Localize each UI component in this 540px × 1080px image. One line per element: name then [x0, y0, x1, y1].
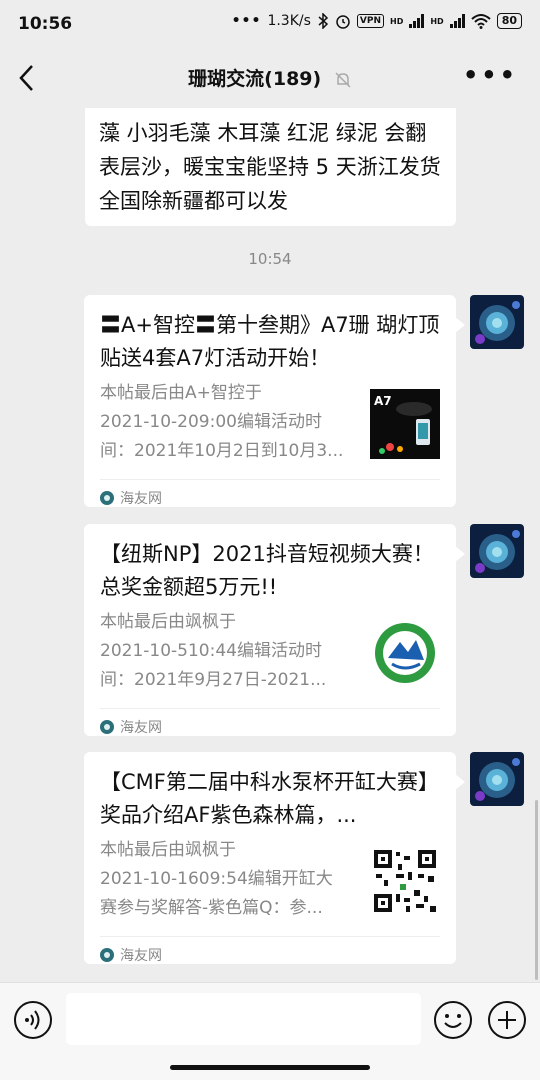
- card-desc-line: 2021-10-1609:54编辑开缸大: [100, 869, 333, 889]
- chat-title: 珊瑚交流(189): [188, 68, 322, 90]
- card-description: 本帖最后由A+智控于 2021-10-209:00编辑活动时 间：2021年10…: [100, 379, 350, 469]
- status-time: 10:56: [18, 14, 73, 34]
- dots-icon: •••: [231, 13, 262, 29]
- link-card-1[interactable]: 〓A+智控〓第十叁期》A7珊 瑚灯顶贴送4套A7灯活动开始！ 本帖最后由A+智控…: [84, 295, 465, 507]
- plus-icon[interactable]: [488, 1001, 526, 1039]
- card-thumbnail-logo: [370, 618, 440, 688]
- card-desc-line: 本帖最后由飒枫于: [100, 612, 236, 632]
- card-footer: 海友网: [100, 479, 440, 516]
- source-logo-icon: [100, 491, 114, 505]
- source-logo-icon: [100, 948, 114, 962]
- link-card-2[interactable]: 【纽斯NP】2021抖音短视频大赛！总奖金额超5万元!! 本帖最后由飒枫于 20…: [84, 524, 465, 736]
- home-indicator[interactable]: [170, 1065, 370, 1070]
- mute-bell-icon: [335, 71, 351, 88]
- sender-avatar[interactable]: [470, 524, 524, 578]
- card-desc-line: 间：2021年9月27日-2021...: [100, 670, 327, 690]
- card-source: 海友网: [120, 948, 162, 964]
- network-speed: 1.3K/s: [267, 13, 311, 29]
- card-footer: 海友网: [100, 936, 440, 973]
- card-desc-line: 间：2021年10月2日到10月3...: [100, 441, 344, 461]
- text-message-bubble[interactable]: 藻 小羽毛藻 木耳藻 红泥 绿泥 会翻表层沙，暖宝宝能坚持 5 天浙江发货全国除…: [85, 108, 456, 226]
- card-body: 本帖最后由飒枫于 2021-10-510:44编辑活动时 间：2021年9月27…: [100, 608, 440, 708]
- voice-icon[interactable]: [14, 1001, 52, 1039]
- status-icons: ••• 1.3K/s VPN HD HD 80: [232, 13, 522, 29]
- alarm-icon: [336, 15, 350, 29]
- bluetooth-icon: [318, 13, 329, 29]
- emoji-icon[interactable]: [434, 1001, 472, 1039]
- wifi-icon: [471, 14, 491, 29]
- message-input[interactable]: [66, 993, 421, 1045]
- vpn-badge: VPN: [356, 14, 384, 28]
- chat-header: 珊瑚交流(189) •••: [0, 48, 540, 108]
- status-bar: 10:56 ••• 1.3K/s VPN HD HD 80: [0, 0, 540, 48]
- card-title: 〓A+智控〓第十叁期》A7珊 瑚灯顶贴送4套A7灯活动开始！: [100, 313, 440, 370]
- hd-label-1: HD: [390, 16, 404, 26]
- scrollbar[interactable]: [535, 800, 538, 980]
- thumb-label: A7: [374, 394, 392, 408]
- sender-avatar[interactable]: [470, 752, 524, 806]
- card-thumbnail-a7: A7: [370, 389, 440, 459]
- card-title: 【CMF第二届中科水泵杯开缸大赛】奖品介绍AF紫色森林篇，...: [100, 770, 439, 827]
- more-dots-icon[interactable]: •••: [463, 63, 518, 87]
- card-body: 本帖最后由A+智控于 2021-10-209:00编辑活动时 间：2021年10…: [100, 379, 440, 479]
- card-description: 本帖最后由飒枫于 2021-10-1609:54编辑开缸大 赛参与奖解答-紫色篇…: [100, 836, 350, 926]
- sender-avatar[interactable]: [470, 295, 524, 349]
- card-source: 海友网: [120, 491, 162, 507]
- card-desc-line: 2021-10-209:00编辑活动时: [100, 412, 322, 432]
- card-desc-line: 本帖最后由A+智控于: [100, 383, 262, 403]
- battery-indicator: 80: [496, 13, 522, 29]
- card-footer: 海友网: [100, 708, 440, 745]
- link-card-3[interactable]: 【CMF第二届中科水泵杯开缸大赛】奖品介绍AF紫色森林篇，... 本帖最后由飒枫…: [84, 752, 465, 964]
- signal-icon-2: [449, 14, 465, 28]
- signal-icon-1: [409, 14, 425, 28]
- card-body: 本帖最后由飒枫于 2021-10-1609:54编辑开缸大 赛参与奖解答-紫色篇…: [100, 836, 440, 936]
- card-desc-line: 赛参与奖解答-紫色篇Q：参...: [100, 898, 323, 918]
- card-title: 【纽斯NP】2021抖音短视频大赛！总奖金额超5万元!!: [100, 542, 434, 599]
- hd-label-2: HD: [430, 16, 444, 26]
- chat-title-wrap: 珊瑚交流(189): [0, 64, 540, 91]
- card-description: 本帖最后由飒枫于 2021-10-510:44编辑活动时 间：2021年9月27…: [100, 608, 350, 698]
- card-desc-line: 2021-10-510:44编辑活动时: [100, 641, 322, 661]
- card-desc-line: 本帖最后由飒枫于: [100, 840, 236, 860]
- source-logo-icon: [100, 720, 114, 734]
- card-source: 海友网: [120, 720, 162, 736]
- message-timestamp: 10:54: [248, 250, 292, 268]
- card-thumbnail-qr: [370, 846, 440, 916]
